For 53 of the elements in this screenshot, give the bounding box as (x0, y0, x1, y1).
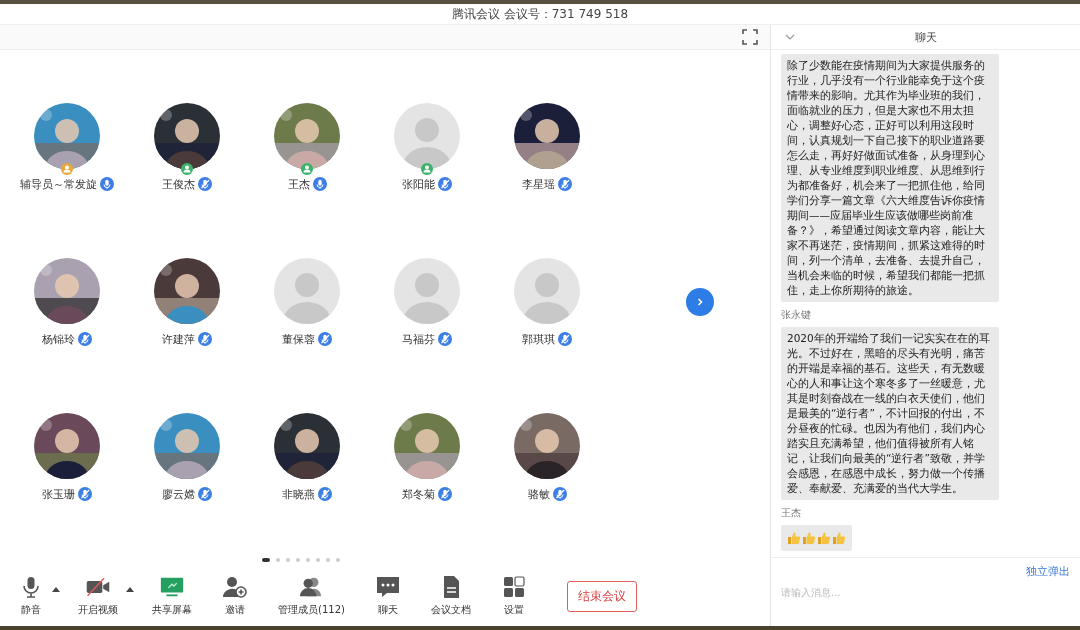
chat-button[interactable]: 聊天 (370, 575, 405, 617)
page-dot[interactable] (286, 558, 290, 562)
thumbs-up-icon (787, 531, 801, 545)
window-title: 腾讯会议 会议号：731 749 518 (451, 5, 629, 23)
settings-button[interactable]: 设置 (496, 575, 531, 617)
thumbs-up-icon (802, 531, 816, 545)
invite-button[interactable]: 邀请 (218, 575, 252, 617)
next-page-button[interactable] (686, 288, 714, 316)
participant-name: 李星瑶 (522, 176, 555, 192)
participant-name: 非晓燕 (282, 486, 315, 502)
chevron-down-icon[interactable] (785, 34, 795, 40)
participant-name: 马福芬 (402, 331, 435, 347)
screen-button[interactable]: 共享屏幕 (148, 575, 196, 617)
sender-name: 王杰 (781, 506, 801, 520)
page-dot[interactable] (316, 558, 320, 562)
caret-up-icon (126, 586, 134, 592)
caret-up-icon (52, 586, 60, 592)
participant-name: 张玉珊 (42, 486, 75, 502)
camera-off-icon (85, 575, 111, 599)
message-bubble: 除了少数能在疫情期间为大家提供服务的行业，几乎没有一个行业能幸免于这个疫情带来的影响。尤其作为毕业班的我们，面临就业的压力，但是大家也不用太担心，调整好心态，正好可以利用这段时间，认真规划一下自己接下的职业道路要怎么走，再好好做面试准备，从身理到心理、从专业维度到职业维度、从思维到行为都准备好，机会来了一把抓住他，给同学们分享一篇文章《六大维度告诉你疫情期间——应届毕业生应该做哪些岗前准备？》，希望通过阅读文章内容，能让大家不再迷茫，疫情期间，抓紧这难得的时间，列一个清单，去准备、去提升自己，当机会来临的时候，希望我们都能一把抓住，走上你所期待的旅途。 (781, 54, 999, 302)
fullscreen-icon[interactable] (742, 29, 758, 45)
mic-button[interactable]: 静音 (14, 575, 48, 617)
page-dot[interactable] (336, 558, 340, 562)
participant-name: 杨锦玲 (42, 331, 75, 347)
thumbs-up-icon (832, 531, 846, 545)
chevron-right-icon (695, 297, 705, 307)
page-dot[interactable] (276, 558, 280, 562)
add-person-icon (222, 575, 248, 599)
participant-name: 王俊杰 (162, 176, 195, 192)
chat-bubble-icon (374, 575, 401, 599)
end-meeting-button[interactable]: 结束会议 (566, 580, 637, 612)
participant-name: 骆敏 (527, 486, 550, 502)
message-bubble: 2020年的开端给了我们一记实实在在的耳光。不过好在，黑暗的尽头有光明，痛苦的开端是幸福的基石。这些天，有无数暖心的人和事让这个寒冬多了一丝暖意，尤其是时刻奋战在一线的白衣天使们，他们是最美的“逆行者”，不计回报的付出，不分昼夜的忙碌。也因为有他们，我们内心踏实且充满希望，他们值得被所有人铭记，让我们向最美的“逆行者”致敬，并学会感恩，在感恩中成长，努力做一个传播爱、奉献爱、充满爱的当代大学生。 (781, 327, 999, 500)
monitor-icon (159, 575, 185, 599)
page-dot[interactable] (326, 558, 330, 562)
page-dot[interactable] (296, 558, 300, 562)
participant-name: 王杰 (287, 176, 310, 192)
message-input[interactable]: 请输入消息... (781, 587, 1070, 598)
camera-off-button[interactable]: 开启视频 (74, 575, 122, 617)
participant-name: 廖云嫦 (162, 486, 195, 502)
thumbs-up-icon (817, 531, 831, 545)
sender-name: 张永键 (781, 308, 811, 322)
page-dot[interactable] (306, 558, 310, 562)
participant-name: 辅导员～常发旋 (20, 176, 97, 192)
document-button[interactable]: 会议文档 (426, 575, 475, 617)
participant-name: 郑冬菊 (402, 486, 435, 502)
participant-name: 董保蓉 (282, 331, 315, 347)
participant-name: 张阳能 (402, 176, 435, 192)
participant-name: 许建萍 (162, 331, 195, 347)
chat-title: 聊天 (913, 29, 938, 45)
popout-link[interactable]: 独立弹出 (1026, 564, 1070, 579)
members-button[interactable]: 管理成员(112) (274, 575, 349, 617)
participant-name: 郭琪琪 (522, 331, 555, 347)
